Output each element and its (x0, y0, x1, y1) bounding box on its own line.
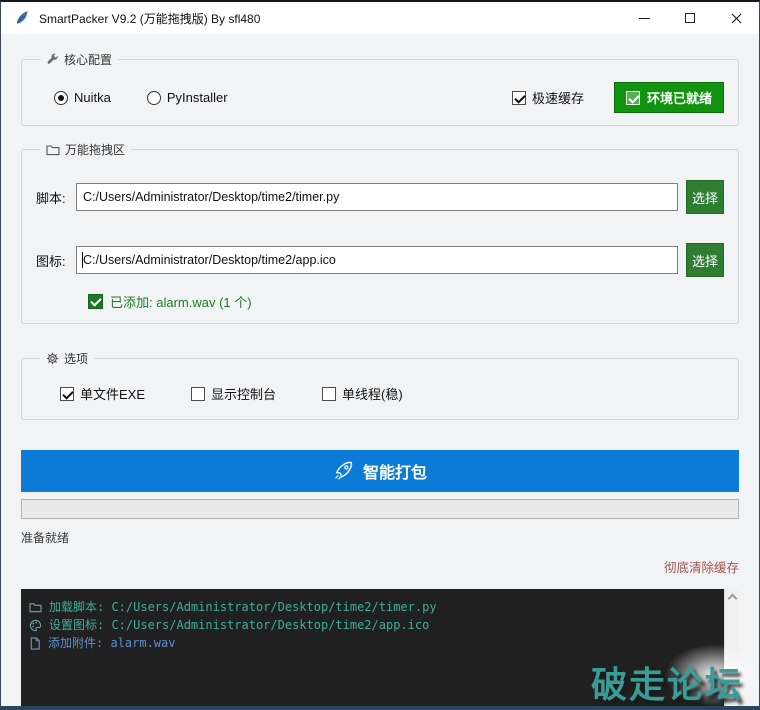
attachment-icon (29, 636, 41, 650)
group-core-title: 核心配置 (40, 51, 118, 68)
checkbox-fast-cache[interactable] (511, 90, 526, 105)
window-controls (621, 2, 759, 34)
checkbox-single-thread-label: 单线程(稳) (342, 387, 403, 402)
group-drag-title: 万能拖拽区 (40, 141, 131, 158)
log-line: 设置图标: C:/Users/Administrator/Desktop/tim… (29, 616, 716, 634)
close-icon (731, 13, 741, 23)
option-onefile-exe: 单文件EXE (60, 384, 145, 403)
script-select-button[interactable]: 选择 (686, 180, 724, 214)
checkbox-show-console-label: 显示控制台 (211, 387, 277, 402)
script-path-input[interactable] (76, 183, 678, 211)
close-button[interactable] (713, 2, 759, 34)
icon-label: 图标: (36, 253, 66, 269)
group-options: 选项 单文件EXE 显示控制台 单线程(稳) (21, 350, 739, 420)
icon-select-button[interactable]: 选择 (686, 243, 724, 277)
attachment-added-row: 已添加: alarm.wav (1 个) (36, 292, 724, 311)
text-caret (82, 252, 83, 268)
main-content: 核心配置 Nuitka PyInstaller 极速缓存 环境已就绪 万能拖拽区… (1, 51, 759, 706)
wrench-icon (46, 53, 59, 66)
script-label: 脚本: (36, 190, 66, 206)
minimize-button[interactable] (621, 2, 667, 34)
radio-nuitka[interactable] (54, 90, 68, 105)
icon-input-wrap (76, 246, 678, 274)
checkbox-onefile-exe[interactable] (60, 386, 74, 401)
env-ready-button[interactable]: 环境已就绪 (613, 82, 724, 113)
progress-bar (21, 499, 739, 519)
log-line: 加载脚本: C:/Users/Administrator/Desktop/tim… (29, 598, 716, 616)
radio-nuitka-label: Nuitka (74, 90, 111, 105)
checkbox-onefile-exe-label: 单文件EXE (80, 387, 146, 402)
group-core-config: 核心配置 Nuitka PyInstaller 极速缓存 环境已就绪 (21, 51, 739, 126)
app-window: SmartPacker V9.2 (万能拖拽版) By sfl480 核心配置 (0, 0, 760, 710)
script-input-wrap (76, 183, 678, 211)
window-title: SmartPacker V9.2 (万能拖拽版) By sfl480 (39, 11, 261, 26)
feather-app-icon (14, 10, 30, 26)
icon-path-input[interactable] (76, 246, 678, 274)
core-config-row: Nuitka PyInstaller 极速缓存 环境已就绪 (36, 82, 724, 113)
options-row: 单文件EXE 显示控制台 单线程(稳) (36, 384, 724, 407)
checkbox-single-thread[interactable] (322, 386, 337, 401)
folder-icon (46, 144, 60, 156)
gear-icon (46, 352, 59, 365)
rocket-icon (335, 461, 353, 480)
palette-icon (29, 619, 42, 632)
option-show-console: 显示控制台 (191, 384, 276, 403)
clear-cache-link[interactable]: 彻底清除缓存 (664, 561, 739, 575)
checkbox-attachment-added[interactable] (88, 294, 103, 309)
script-row: 脚本: 选择 (36, 180, 724, 214)
minimize-icon (638, 17, 650, 19)
group-drag-zone: 万能拖拽区 脚本: 选择 图标: 选择 已添加: alarm.wav (1 (21, 141, 739, 324)
radio-pyinstaller-label: PyInstaller (166, 90, 228, 105)
title-bar: SmartPacker V9.2 (万能拖拽版) By sfl480 (1, 2, 759, 34)
watermark-text: 破走论坛 (590, 664, 743, 705)
link-row: 彻底清除缓存 (21, 557, 739, 577)
option-single-thread: 单线程(稳) (322, 384, 403, 403)
checkbox-fast-cache-label: 极速缓存 (531, 91, 584, 106)
log-line: 添加附件: alarm.wav (29, 634, 716, 652)
radio-pyinstaller[interactable] (146, 90, 161, 105)
attachment-added-label: 已添加: alarm.wav (1 个) (110, 295, 252, 310)
status-text: 准备就绪 (21, 531, 70, 545)
scroll-up-icon (727, 593, 737, 604)
icon-row: 图标: 选择 (36, 243, 724, 277)
checkbox-show-console[interactable] (191, 386, 206, 401)
folder-icon (29, 602, 42, 613)
group-options-title: 选项 (40, 350, 94, 367)
smart-pack-button[interactable]: 智能打包 (21, 450, 739, 492)
maximize-button[interactable] (667, 2, 713, 34)
maximize-icon (685, 13, 695, 23)
check-icon (625, 90, 640, 105)
